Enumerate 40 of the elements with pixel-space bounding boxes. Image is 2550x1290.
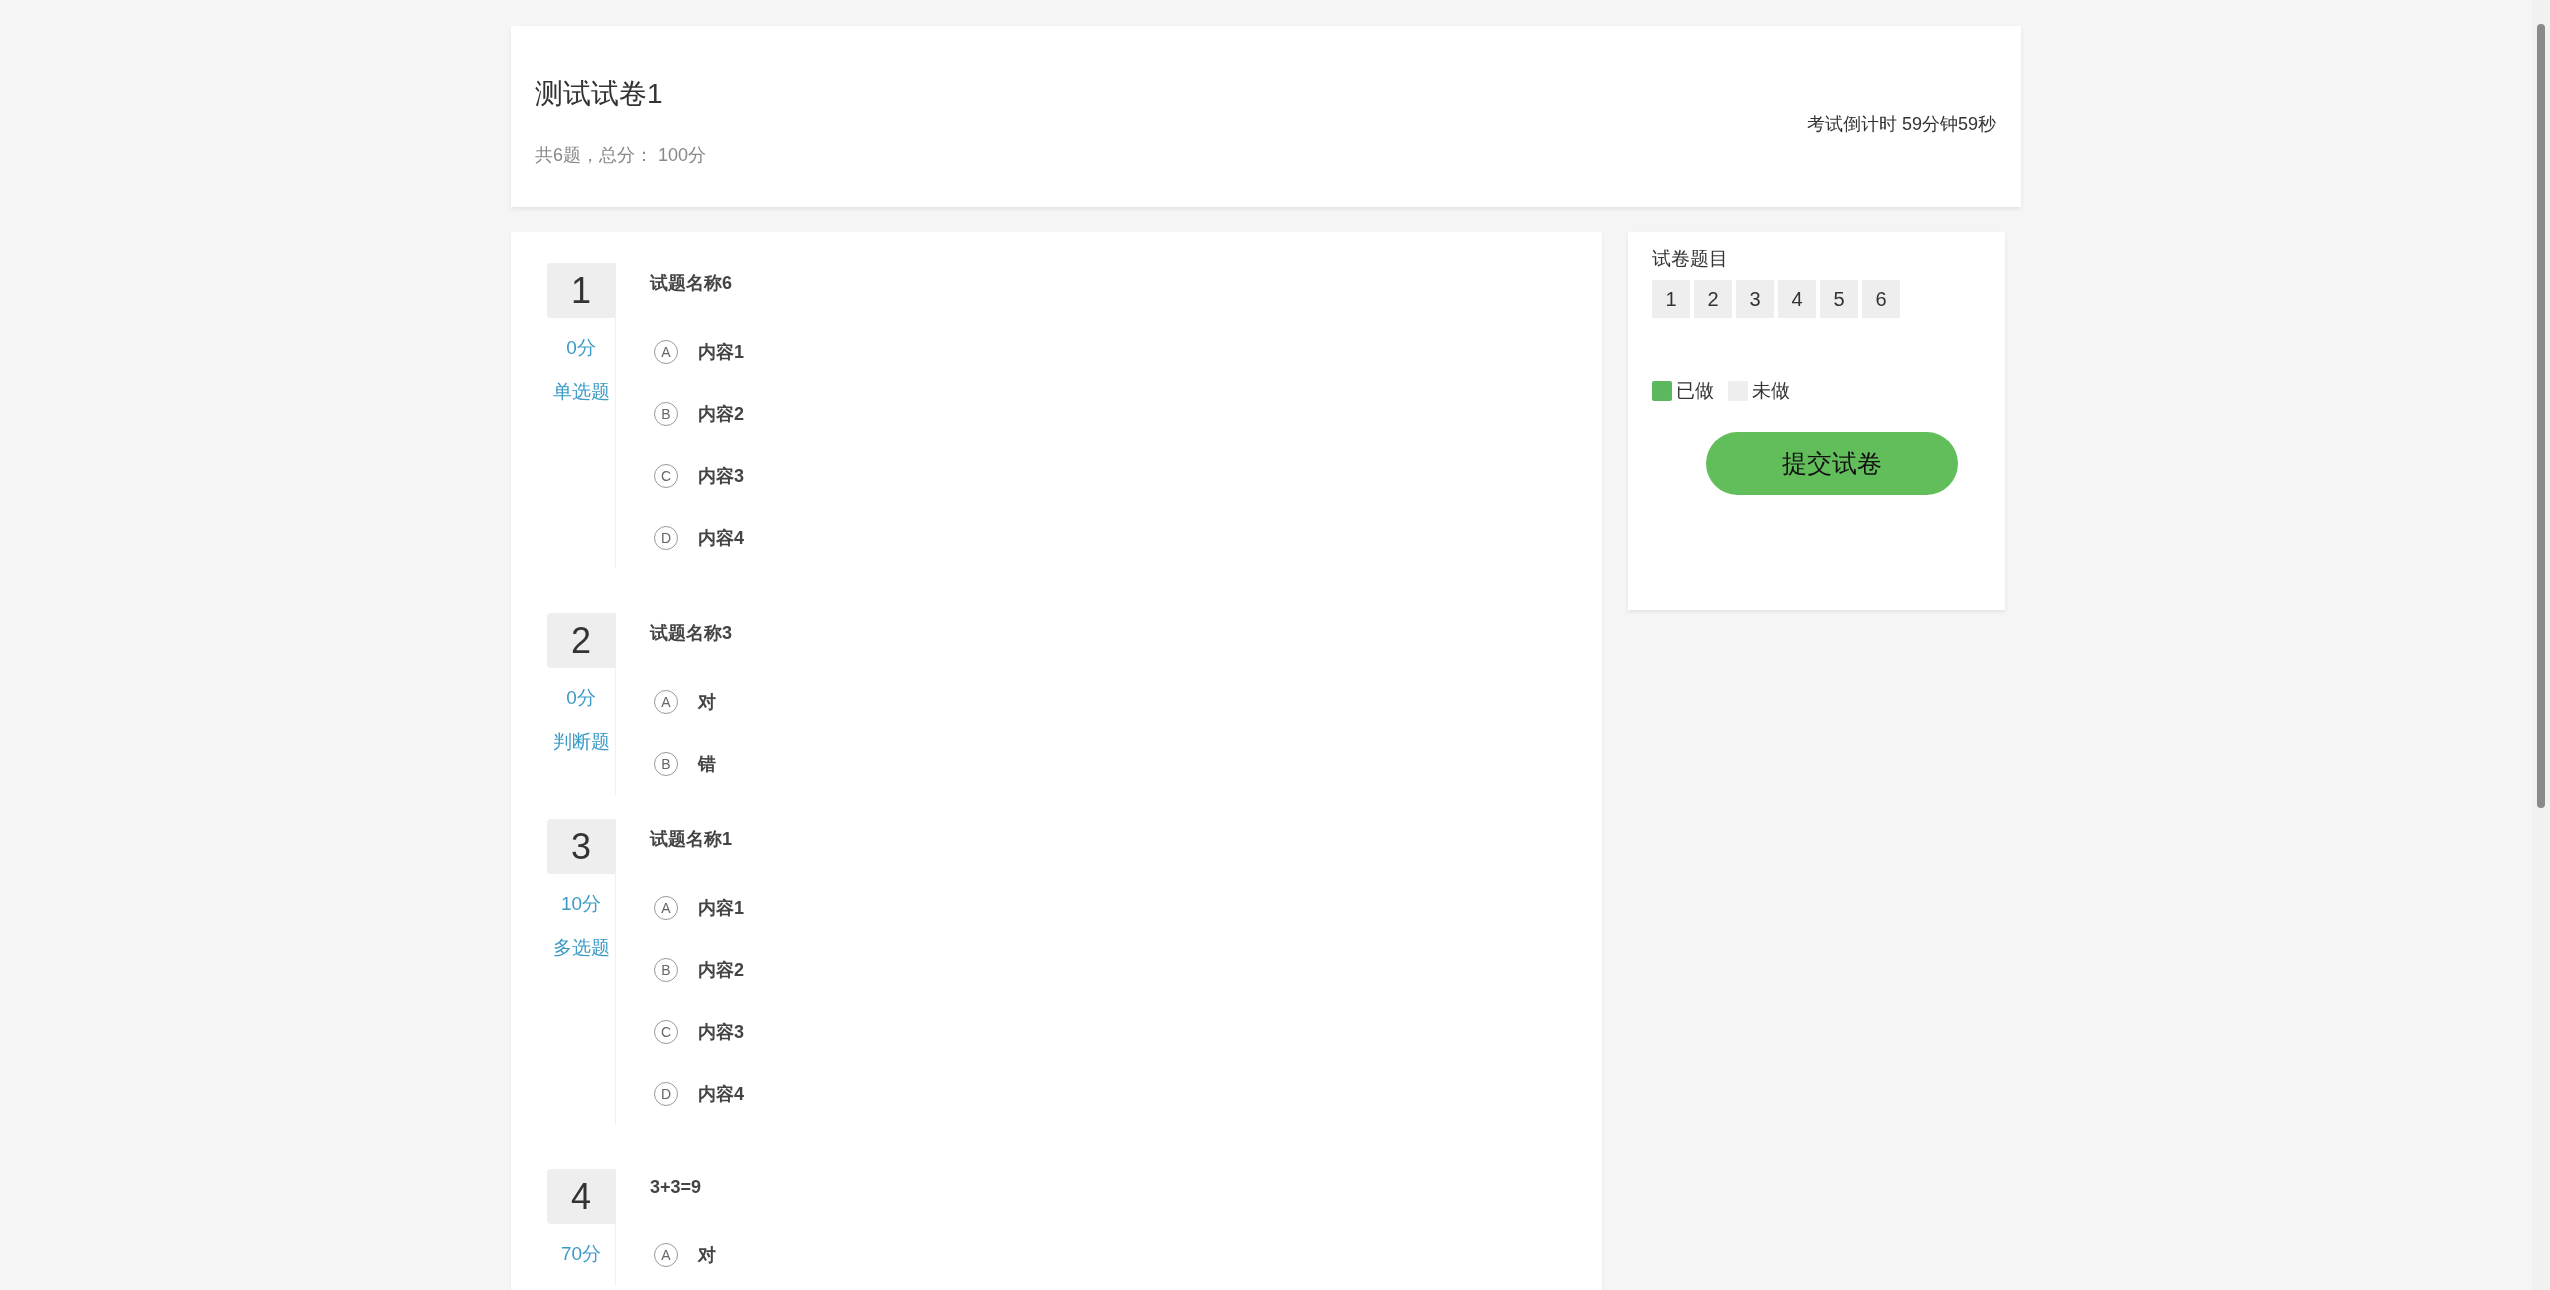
question-number: 4 [547, 1169, 615, 1224]
option-text: 内容1 [698, 341, 744, 364]
option-text: 对 [698, 1244, 716, 1267]
option-text: 对 [698, 691, 716, 714]
legend-label: 已做 [1676, 379, 1714, 403]
question-number: 3 [547, 819, 615, 874]
option-text: 错 [698, 753, 716, 776]
question-title: 试题名称1 [650, 828, 733, 851]
question-title: 试题名称3 [650, 622, 732, 645]
navigator-title: 试卷题目 [1652, 247, 1729, 271]
question-score: 70分 [560, 1242, 602, 1266]
question-title: 3+3=9 [650, 1177, 703, 1198]
exam-title: 测试试卷1 [535, 76, 664, 111]
question-nav-button[interactable]: 1 [1652, 280, 1690, 318]
legend-label: 未做 [1752, 379, 1790, 403]
question-nav-button[interactable]: 2 [1694, 280, 1732, 318]
question-number: 2 [547, 613, 615, 668]
question-score: 10分 [560, 892, 602, 916]
question-score: 0分 [566, 686, 596, 710]
question-title: 试题名称6 [650, 272, 733, 295]
question-nav-button[interactable]: 3 [1736, 280, 1774, 318]
question-type: 单选题 [552, 380, 610, 404]
option-text: 内容2 [698, 959, 744, 982]
question-number: 1 [547, 263, 615, 318]
submit-button[interactable]: 提交试卷 [1705, 432, 1958, 495]
exam-summary: 共6题，总分： 100分 [535, 143, 707, 167]
question-type: 多选题 [552, 936, 610, 960]
option-text: 内容3 [698, 1021, 744, 1044]
option-text: 内容2 [698, 403, 744, 426]
option-text: 内容3 [698, 465, 744, 488]
countdown-timer: 考试倒计时 59分钟59秒 [1806, 112, 1996, 136]
question-nav-button[interactable]: 4 [1778, 280, 1816, 318]
scrollbar[interactable] [2532, 0, 2550, 1290]
question-type: 判断题 [552, 730, 610, 754]
option-text: 内容4 [698, 1083, 744, 1106]
question-score: 0分 [566, 336, 596, 360]
option-text: 内容1 [698, 897, 744, 920]
question-nav-button[interactable]: 6 [1862, 280, 1900, 318]
option-text: 内容4 [698, 527, 744, 550]
question-nav-button[interactable]: 5 [1820, 280, 1858, 318]
